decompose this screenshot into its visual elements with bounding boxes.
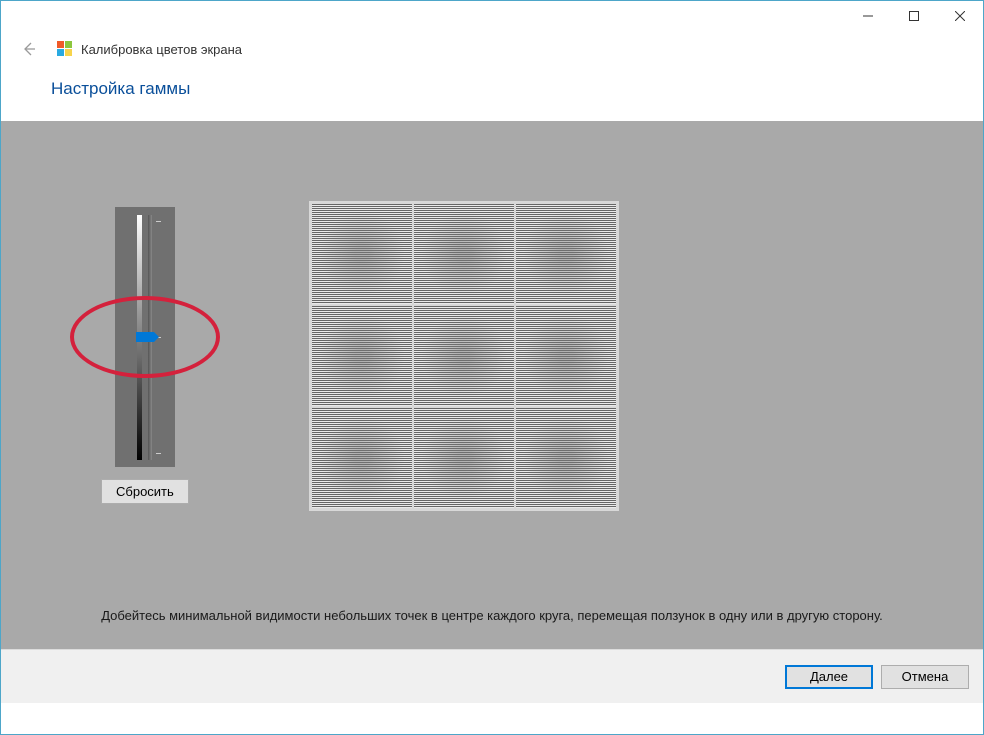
wizard-title: Калибровка цветов экрана <box>81 42 242 57</box>
gamma-slider-thumb[interactable] <box>136 332 154 342</box>
title-row: Калибровка цветов экрана <box>57 41 242 57</box>
back-button[interactable] <box>17 37 41 61</box>
gamma-cell <box>312 306 412 406</box>
gamma-cell <box>414 408 514 508</box>
gamma-cell <box>516 306 616 406</box>
gamma-cell <box>312 408 412 508</box>
next-button[interactable]: Далее <box>785 665 873 689</box>
slider-tick <box>156 453 161 454</box>
gamma-slider-wrap <box>115 207 175 467</box>
minimize-button[interactable] <box>845 1 891 31</box>
slider-tick <box>156 221 161 222</box>
main-row: Сбросить <box>1 121 983 591</box>
maximize-button[interactable] <box>891 1 937 31</box>
display-calibration-icon <box>57 41 73 57</box>
gamma-cell <box>516 204 616 304</box>
gamma-cell <box>516 408 616 508</box>
window-controls <box>845 1 983 31</box>
title-bar <box>1 1 983 33</box>
cancel-button[interactable]: Отмена <box>881 665 969 689</box>
gamma-cell <box>414 306 514 406</box>
instruction-text: Добейтесь минимальной видимости небольши… <box>1 591 983 649</box>
close-button[interactable] <box>937 1 983 31</box>
wizard-footer: Далее Отмена <box>1 649 983 703</box>
gamma-cell <box>312 204 412 304</box>
gamma-test-pattern <box>309 201 619 511</box>
page-heading: Настройка гаммы <box>1 79 983 121</box>
content-area: Сбросить Добейтесь минимальной видимости… <box>1 121 983 649</box>
gamma-slider-column: Сбросить <box>101 207 189 504</box>
gamma-cell <box>414 204 514 304</box>
reset-button[interactable]: Сбросить <box>101 479 189 504</box>
wizard-header: Калибровка цветов экрана <box>1 33 983 79</box>
